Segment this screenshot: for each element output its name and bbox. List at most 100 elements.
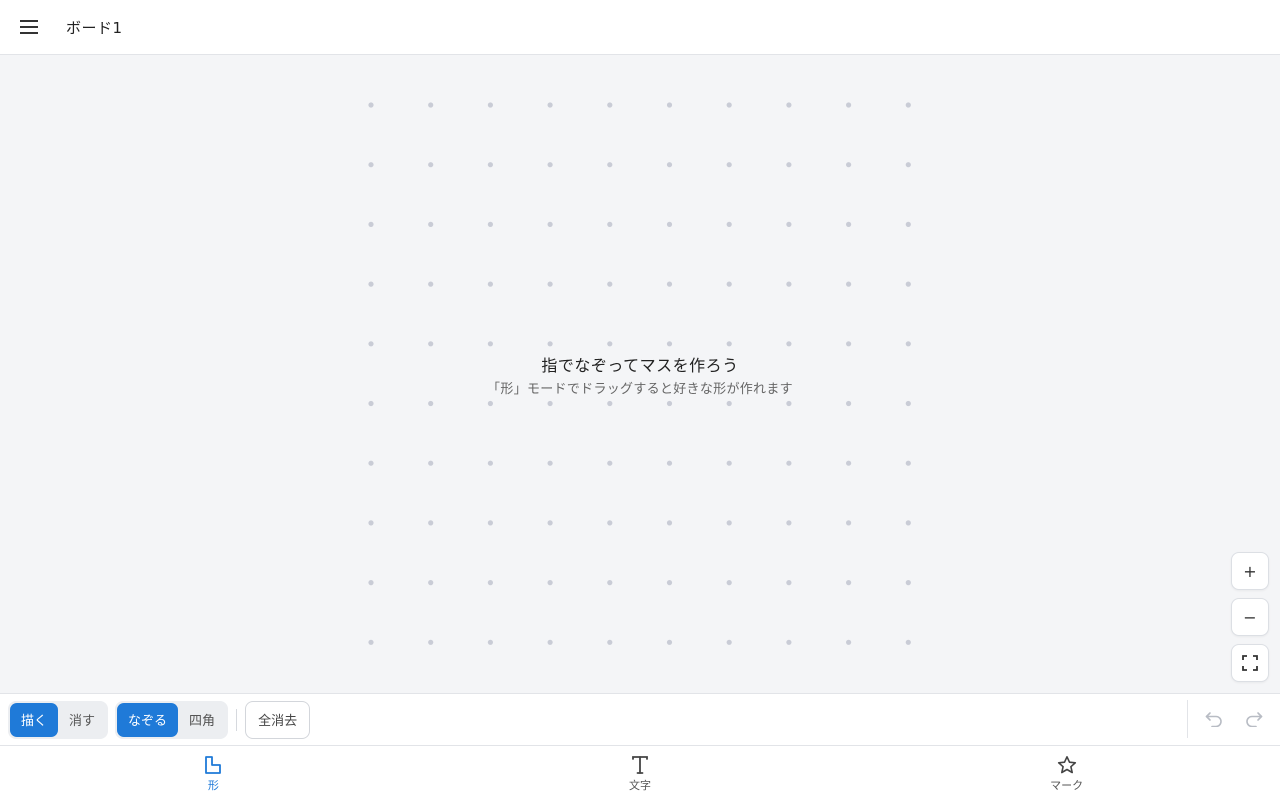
grid-dot[interactable] (487, 460, 493, 466)
grid-dot[interactable] (726, 460, 732, 466)
grid-dot[interactable] (487, 102, 493, 108)
grid-dot[interactable] (547, 221, 553, 227)
grid-dot[interactable] (846, 221, 852, 227)
zoom-out-button[interactable]: − (1231, 598, 1269, 636)
menu-button[interactable] (0, 0, 58, 54)
grid-dot[interactable] (726, 639, 732, 645)
grid-dot[interactable] (846, 162, 852, 168)
board-title[interactable]: ボード1 (66, 17, 123, 38)
grid-dot[interactable] (905, 460, 911, 466)
grid-dot[interactable] (607, 341, 613, 347)
grid-dot[interactable] (607, 580, 613, 586)
grid-dot[interactable] (905, 102, 911, 108)
grid-dot[interactable] (846, 520, 852, 526)
grid-dot[interactable] (846, 460, 852, 466)
grid-dot[interactable] (846, 400, 852, 407)
grid-dot[interactable] (428, 639, 434, 645)
grid-dot[interactable] (666, 520, 673, 526)
rectangle-button[interactable]: 四角 (178, 703, 226, 737)
grid-dot[interactable] (905, 341, 911, 347)
grid-dot[interactable] (786, 400, 792, 407)
grid-dot[interactable] (726, 520, 732, 526)
grid-dot[interactable] (666, 639, 673, 645)
grid-dot[interactable] (666, 102, 673, 108)
grid-dot[interactable] (666, 460, 673, 466)
grid-dot[interactable] (368, 400, 374, 407)
grid-dot[interactable] (428, 162, 434, 168)
grid-dot[interactable] (487, 639, 493, 645)
grid-dot[interactable] (726, 281, 732, 287)
grid-dot[interactable] (547, 639, 553, 645)
grid-dot[interactable] (607, 162, 613, 168)
grid-dot[interactable] (428, 460, 434, 466)
grid-dot[interactable] (666, 162, 673, 168)
grid-dot[interactable] (905, 639, 911, 645)
grid-dot[interactable] (368, 221, 374, 227)
grid-dot[interactable] (547, 162, 553, 168)
grid-dot[interactable] (666, 341, 673, 347)
grid-dot[interactable] (726, 400, 732, 407)
fit-to-screen-button[interactable] (1231, 644, 1269, 682)
grid-dot[interactable] (368, 102, 374, 108)
zoom-in-button[interactable]: + (1231, 552, 1269, 590)
grid-dot[interactable] (607, 520, 613, 526)
grid-dot[interactable] (786, 162, 792, 168)
grid-dot[interactable] (428, 281, 434, 287)
grid-dot[interactable] (846, 341, 852, 347)
grid-dot[interactable] (786, 460, 792, 466)
grid-dot[interactable] (846, 281, 852, 287)
grid-dot[interactable] (368, 162, 374, 168)
grid-dot[interactable] (786, 639, 792, 645)
redo-button[interactable] (1234, 700, 1274, 738)
grid-dot[interactable] (487, 221, 493, 227)
grid-dot[interactable] (726, 341, 732, 347)
grid-dot[interactable] (428, 102, 434, 108)
nav-mark[interactable]: マーク (853, 746, 1280, 800)
grid-dot[interactable] (666, 580, 673, 586)
grid-dot[interactable] (547, 400, 553, 407)
grid-dot[interactable] (905, 400, 911, 407)
grid-dot[interactable] (905, 162, 911, 168)
grid-dot[interactable] (786, 520, 792, 526)
grid-dot[interactable] (726, 102, 732, 108)
grid-dot[interactable] (428, 520, 434, 526)
erase-button[interactable]: 消す (58, 703, 106, 737)
grid-dot[interactable] (905, 520, 911, 526)
grid-dot[interactable] (547, 341, 553, 347)
grid-dot[interactable] (368, 341, 374, 347)
grid-dot[interactable] (607, 281, 613, 287)
grid-dot[interactable] (666, 221, 673, 227)
grid-dot[interactable] (368, 281, 374, 287)
grid-dot[interactable] (547, 102, 553, 108)
grid-dot[interactable] (666, 400, 673, 407)
grid-dot[interactable] (846, 102, 852, 108)
grid-dot[interactable] (487, 341, 493, 347)
grid-dot[interactable] (428, 580, 434, 586)
undo-button[interactable] (1194, 700, 1234, 738)
grid-dot[interactable] (368, 639, 374, 645)
clear-all-button[interactable]: 全消去 (245, 700, 311, 739)
grid-dot[interactable] (786, 580, 792, 586)
grid-dot[interactable] (547, 281, 553, 287)
grid-dot[interactable] (786, 221, 792, 227)
grid-dot[interactable] (487, 162, 493, 168)
grid-dot[interactable] (607, 102, 613, 108)
grid-dot[interactable] (547, 580, 553, 586)
grid-dot[interactable] (905, 221, 911, 227)
grid-dot[interactable] (547, 460, 553, 466)
grid-dot[interactable] (607, 400, 613, 407)
grid-dot[interactable] (368, 460, 374, 466)
grid-dot[interactable] (726, 221, 732, 227)
grid-dot[interactable] (607, 639, 613, 645)
grid-dot[interactable] (726, 580, 732, 586)
grid-dot[interactable] (428, 221, 434, 227)
grid-dot[interactable] (607, 460, 613, 466)
grid-dot[interactable] (368, 520, 374, 526)
grid-dot[interactable] (846, 639, 852, 645)
nav-shape[interactable]: 形 (0, 746, 427, 800)
grid-dot[interactable] (368, 580, 374, 586)
grid-dot[interactable] (428, 400, 434, 407)
grid-dot[interactable] (487, 520, 493, 526)
grid-dot[interactable] (487, 580, 493, 586)
grid-dot[interactable] (726, 162, 732, 168)
